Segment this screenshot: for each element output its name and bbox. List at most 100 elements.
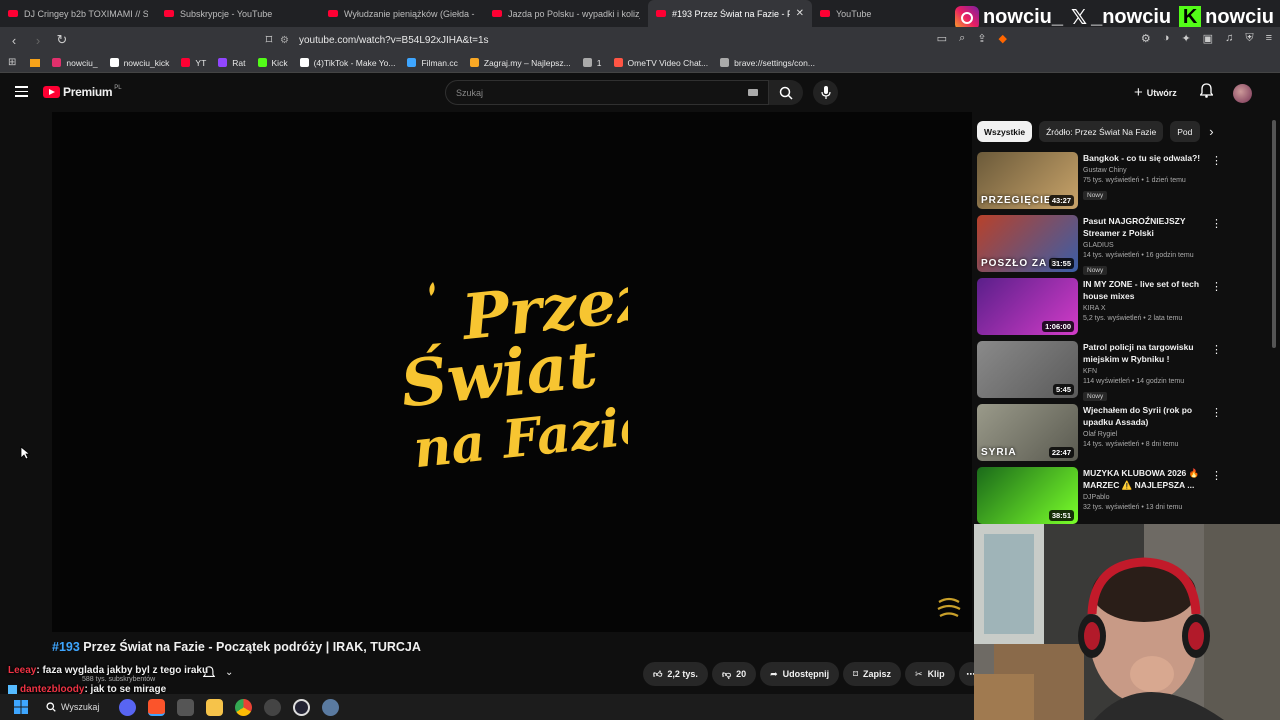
music-icon[interactable]: ♫ bbox=[1225, 32, 1233, 45]
video-info: Bangkok - co tu się odwala?! Gustaw Chiny… bbox=[1083, 152, 1203, 202]
forward-icon[interactable]: › bbox=[28, 33, 48, 48]
browser-tab[interactable]: DJ Cringey b2b TOXIMAMI // Sexpre bbox=[0, 0, 156, 27]
more-options-icon[interactable]: ⋮ bbox=[1211, 343, 1222, 356]
bookmark-folder-icon[interactable] bbox=[30, 58, 41, 67]
video-thumbnail[interactable]: 38:51 bbox=[977, 467, 1078, 524]
bookmark-item[interactable]: OmeTV Video Chat... bbox=[613, 58, 708, 68]
translate-icon[interactable]: ◑ bbox=[1163, 32, 1170, 45]
browser-tab[interactable]: #193 Przez Świat na Fazie - P ✕ bbox=[648, 0, 812, 27]
reload-icon[interactable]: ↻ bbox=[52, 32, 72, 48]
video-duration: 31:55 bbox=[1048, 258, 1074, 269]
more-options-icon[interactable]: ⋮ bbox=[1211, 469, 1222, 482]
settings-icon[interactable] bbox=[322, 698, 340, 716]
recommended-video[interactable]: 38:51 MUZYKA KLUBOWA 2026 🔥 MARZEC ⚠️ NAJ… bbox=[977, 467, 1227, 530]
browser-tab[interactable]: Subskrypcje - YouTube bbox=[156, 0, 320, 27]
discord-icon[interactable] bbox=[119, 698, 137, 716]
account-avatar[interactable] bbox=[1233, 84, 1252, 103]
recommended-video[interactable]: 5:45 Patrol policji na targowisku miejski… bbox=[977, 341, 1227, 404]
search-button[interactable] bbox=[769, 80, 803, 105]
clip-button[interactable]: ✂ Klip bbox=[905, 662, 955, 686]
channel-name[interactable]: DJPablo bbox=[1083, 494, 1203, 501]
dislike-button[interactable]: 👎︎ 20 bbox=[711, 662, 757, 686]
bookmark-item[interactable]: Rat bbox=[218, 58, 246, 68]
close-tab-icon[interactable]: ✕ bbox=[796, 8, 804, 19]
video-info: Wjechałem do Syrii (rok po upadku Assada… bbox=[1083, 404, 1203, 448]
taskbar-search[interactable]: Wyszukaj bbox=[46, 702, 99, 712]
bookmark-favicon-icon bbox=[582, 58, 592, 67]
chip-all[interactable]: Wszystkie bbox=[977, 121, 1033, 142]
chevron-down-icon[interactable]: ⌄ bbox=[225, 667, 233, 678]
chrome-icon[interactable] bbox=[235, 698, 253, 716]
video-thumbnail[interactable]: 1:06:00 bbox=[977, 278, 1078, 335]
search-input[interactable]: Szukaj bbox=[445, 80, 769, 105]
share-button[interactable]: ➦ Udostępnij bbox=[760, 662, 840, 686]
menu-icon[interactable]: ≡ bbox=[1266, 32, 1272, 45]
share-icon[interactable]: ⇪ bbox=[977, 32, 986, 45]
keyboard-icon[interactable] bbox=[748, 89, 758, 96]
video-thumbnail[interactable]: SYRIA 22:47 bbox=[977, 404, 1078, 461]
recommended-video[interactable]: POSZŁO ZA D... 31:55 Pasut NAJGROŹNIEJSZY … bbox=[977, 215, 1227, 278]
brave-shield-icon[interactable]: ◆ bbox=[998, 32, 1006, 45]
recommended-video[interactable]: SYRIA 22:47 Wjechałem do Syrii (rok po upa… bbox=[977, 404, 1227, 467]
channel-name[interactable]: KIRA X bbox=[1083, 305, 1203, 312]
url-text: youtube.com/watch?v=B54L92xJIHA&t=1s bbox=[298, 34, 489, 46]
bookmark-item[interactable]: 1 bbox=[582, 58, 602, 68]
voice-search-button[interactable] bbox=[813, 80, 838, 105]
recommended-video[interactable]: PRZEGIĘCIE 43:27 Bangkok - co tu się odwal… bbox=[977, 152, 1227, 215]
video-thumbnail[interactable]: PRZEGIĘCIE 43:27 bbox=[977, 152, 1078, 209]
bookmark-item[interactable]: (4)TikTok - Make Yo... bbox=[299, 58, 395, 68]
channel-name[interactable]: Gustaw Chiny bbox=[1083, 167, 1203, 174]
bookmark-item[interactable]: Zagraj.my – Najlepsz... bbox=[469, 58, 571, 68]
extensions-icon[interactable]: ⚙ bbox=[1141, 32, 1151, 45]
sidebar-icon[interactable]: ▣ bbox=[1203, 32, 1213, 45]
video-hashtag[interactable]: #193 bbox=[52, 640, 80, 654]
channel-name[interactable]: GLADIUS bbox=[1083, 242, 1203, 249]
app-icon[interactable] bbox=[293, 698, 311, 716]
steam-icon[interactable] bbox=[264, 698, 282, 716]
site-info-icon[interactable]: ⚙ bbox=[280, 35, 289, 46]
more-options-icon[interactable]: ⋮ bbox=[1211, 280, 1222, 293]
chip-related[interactable]: Pod bbox=[1170, 121, 1201, 142]
youtube-logo[interactable]: Premium PL bbox=[43, 85, 122, 99]
browser-tab[interactable]: YouTube bbox=[812, 0, 902, 27]
chevron-right-icon[interactable]: › bbox=[1209, 124, 1213, 139]
channel-name[interactable]: Olaf Rygiel bbox=[1083, 431, 1203, 438]
bookmark-item[interactable]: Kick bbox=[257, 58, 288, 68]
browser-tab[interactable]: Wyłudzanie pieniążków (Giełda - Od bbox=[320, 0, 484, 27]
brave-icon[interactable] bbox=[148, 698, 166, 716]
bookmark-item[interactable]: brave://settings/con... bbox=[720, 58, 815, 68]
bookmark-item[interactable]: nowciu_ bbox=[52, 58, 98, 68]
more-options-icon[interactable]: ⋮ bbox=[1211, 406, 1222, 419]
scrollbar[interactable] bbox=[1272, 120, 1276, 348]
file-explorer-icon[interactable] bbox=[206, 698, 224, 716]
windows-start-icon[interactable] bbox=[14, 700, 28, 714]
more-options-icon[interactable]: ⋮ bbox=[1211, 217, 1222, 230]
save-button[interactable]: ⌑ Zapisz bbox=[843, 662, 902, 686]
more-options-icon[interactable]: ⋮ bbox=[1211, 154, 1222, 167]
thumb-down-icon: 👎︎ bbox=[721, 668, 732, 679]
zoom-icon[interactable]: ⌕ bbox=[959, 32, 965, 45]
bookmark-icon[interactable]: ⌑ bbox=[259, 32, 279, 48]
channel-logo-artwork: Przez Świat na Fazie bbox=[397, 268, 628, 480]
cast-icon[interactable]: ▭ bbox=[937, 32, 947, 45]
apps-grid-icon[interactable]: ⊞ bbox=[8, 57, 16, 68]
puzzle-icon[interactable]: ✦ bbox=[1181, 32, 1190, 45]
notifications-button[interactable] bbox=[1199, 83, 1214, 103]
chip-source[interactable]: Źródło: Przez Świat Na Fazie bbox=[1039, 121, 1164, 142]
vpn-icon[interactable]: ⛨ bbox=[1245, 32, 1253, 45]
bookmark-item[interactable]: YT bbox=[181, 58, 206, 68]
channel-name[interactable]: KFN bbox=[1083, 368, 1203, 375]
bookmark-item[interactable]: nowciu_kick bbox=[109, 58, 169, 68]
kick-handle: nowciu bbox=[1205, 6, 1274, 28]
like-button[interactable]: 👍︎ 2,2 tys. bbox=[643, 662, 708, 686]
back-icon[interactable]: ‹ bbox=[4, 33, 24, 48]
video-thumbnail[interactable]: POSZŁO ZA D... 31:55 bbox=[977, 215, 1078, 272]
hamburger-menu-icon[interactable] bbox=[15, 86, 28, 100]
video-thumbnail[interactable]: 5:45 bbox=[977, 341, 1078, 398]
recommended-video[interactable]: 1:06:00 IN MY ZONE - live set of tech hou… bbox=[977, 278, 1227, 341]
browser-tab[interactable]: Jazda po Polsku - wypadki i kolizje d bbox=[484, 0, 648, 27]
bookmark-item[interactable]: Filman.cc bbox=[407, 58, 458, 68]
url-field[interactable]: ⚙ youtube.com/watch?v=B54L92xJIHA&t=1s bbox=[280, 30, 1000, 50]
create-button[interactable]: + Utwórz bbox=[1134, 84, 1177, 101]
obs-icon[interactable] bbox=[177, 698, 195, 716]
